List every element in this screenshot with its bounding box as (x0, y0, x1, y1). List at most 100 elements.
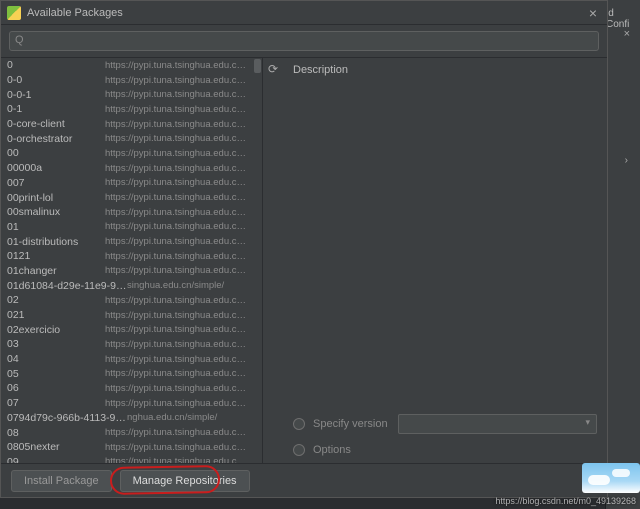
list-item[interactable]: 0805nexterhttps://pypi.tuna.tsinghua.edu… (1, 440, 253, 455)
install-package-button[interactable]: Install Package (11, 470, 112, 492)
refresh-icon[interactable]: ⟳ (268, 62, 278, 76)
bg-label: ld Confi (606, 8, 638, 30)
package-name: 01 (7, 221, 105, 233)
package-source: https://pypi.tuna.tsinghua.edu.cn/simple… (105, 310, 247, 321)
package-name: 0-1 (7, 103, 105, 115)
package-name: 021 (7, 309, 105, 321)
list-item[interactable]: 08https://pypi.tuna.tsinghua.edu.cn/simp… (1, 425, 253, 440)
list-item[interactable]: 01https://pypi.tuna.tsinghua.edu.cn/simp… (1, 220, 253, 235)
version-select[interactable] (398, 414, 597, 434)
list-item[interactable]: 02https://pypi.tuna.tsinghua.edu.cn/simp… (1, 293, 253, 308)
package-name: 00print-lol (7, 192, 105, 204)
search-input[interactable] (9, 31, 599, 51)
package-name: 0-0-1 (7, 89, 105, 101)
package-name: 02exercicio (7, 324, 105, 336)
description-label: Description (293, 64, 597, 76)
list-item[interactable]: 01-distributionshttps://pypi.tuna.tsingh… (1, 234, 253, 249)
list-item[interactable]: 06https://pypi.tuna.tsinghua.edu.cn/simp… (1, 381, 253, 396)
list-item[interactable]: 0-1https://pypi.tuna.tsinghua.edu.cn/sim… (1, 102, 253, 117)
list-item[interactable]: 09https://pypi.tuna.tsinghua.edu.cn/simp… (1, 455, 253, 463)
package-source: https://pypi.tuna.tsinghua.edu.cn/simple… (105, 427, 247, 438)
list-item[interactable]: 00smalinuxhttps://pypi.tuna.tsinghua.edu… (1, 205, 253, 220)
bg-arrow-icon: › (625, 155, 628, 166)
package-source: https://pypi.tuna.tsinghua.edu.cn/simple… (105, 119, 247, 130)
package-name: 007 (7, 177, 105, 189)
list-item[interactable]: 07https://pypi.tuna.tsinghua.edu.cn/simp… (1, 396, 253, 411)
list-item[interactable]: 0-orchestratorhttps://pypi.tuna.tsinghua… (1, 131, 253, 146)
package-source: https://pypi.tuna.tsinghua.edu.cn/simple… (105, 60, 247, 71)
search-icon: Q (15, 34, 24, 46)
package-name: 05 (7, 368, 105, 380)
list-item[interactable]: 01changerhttps://pypi.tuna.tsinghua.edu.… (1, 264, 253, 279)
package-name: 0 (7, 59, 105, 71)
list-item[interactable]: 0794d79c-966b-4113-9cea-3e5b658a7de7nghu… (1, 411, 253, 426)
search-row: Q (1, 25, 607, 58)
list-item[interactable]: 0-0https://pypi.tuna.tsinghua.edu.cn/sim… (1, 73, 253, 88)
package-source: https://pypi.tuna.tsinghua.edu.cn/simple… (105, 236, 247, 247)
list-item[interactable]: 04https://pypi.tuna.tsinghua.edu.cn/simp… (1, 352, 253, 367)
package-name: 04 (7, 353, 105, 365)
package-source: https://pypi.tuna.tsinghua.edu.cn/simple… (105, 354, 247, 365)
list-item[interactable]: 021https://pypi.tuna.tsinghua.edu.cn/sim… (1, 308, 253, 323)
content-area: 0https://pypi.tuna.tsinghua.edu.cn/simpl… (1, 58, 607, 463)
package-name: 0-0 (7, 74, 105, 86)
package-source: https://pypi.tuna.tsinghua.edu.cn/simple… (105, 221, 247, 232)
package-source: https://pypi.tuna.tsinghua.edu.cn/simple… (105, 339, 247, 350)
package-source: https://pypi.tuna.tsinghua.edu.cn/simple… (105, 324, 247, 335)
list-item[interactable]: 0-0-1https://pypi.tuna.tsinghua.edu.cn/s… (1, 87, 253, 102)
search-box: Q (9, 31, 599, 51)
options-checkbox[interactable] (293, 444, 305, 456)
list-item[interactable]: 007https://pypi.tuna.tsinghua.edu.cn/sim… (1, 176, 253, 191)
list-item[interactable]: 00print-lolhttps://pypi.tuna.tsinghua.ed… (1, 190, 253, 205)
package-name: 00 (7, 147, 105, 159)
list-item[interactable]: 01d61084-d29e-11e9-96d1-7c5cf84ffe8esing… (1, 278, 253, 293)
dialog-footer: Install Package Manage Repositories (1, 463, 607, 497)
scroll-thumb[interactable] (254, 59, 261, 73)
specify-version-label: Specify version (313, 418, 388, 430)
package-name: 06 (7, 382, 105, 394)
description-body (293, 82, 597, 411)
list-item[interactable]: 00https://pypi.tuna.tsinghua.edu.cn/simp… (1, 146, 253, 161)
package-source: https://pypi.tuna.tsinghua.edu.cn/simple… (105, 456, 247, 463)
list-item[interactable]: 0121https://pypi.tuna.tsinghua.edu.cn/si… (1, 249, 253, 264)
package-source: https://pypi.tuna.tsinghua.edu.cn/simple… (105, 295, 247, 306)
background-panel: ld Confi × › (605, 0, 640, 509)
list-item[interactable]: 02exerciciohttps://pypi.tuna.tsinghua.ed… (1, 322, 253, 337)
manage-repositories-button[interactable]: Manage Repositories (120, 470, 250, 492)
bg-close-icon[interactable]: × (624, 28, 630, 40)
close-icon[interactable]: × (585, 5, 601, 21)
watermark-text: https://blog.csdn.net/m0_49139268 (495, 496, 636, 506)
package-source: https://pypi.tuna.tsinghua.edu.cn/simple… (105, 192, 247, 203)
package-name: 09 (7, 456, 105, 463)
package-source: https://pypi.tuna.tsinghua.edu.cn/simple… (105, 75, 247, 86)
package-source: https://pypi.tuna.tsinghua.edu.cn/simple… (105, 442, 247, 453)
package-source: https://pypi.tuna.tsinghua.edu.cn/simple… (105, 265, 247, 276)
package-scrollbar[interactable] (253, 58, 262, 463)
package-name: 00smalinux (7, 206, 105, 218)
available-packages-dialog: Available Packages × Q 0https://pypi.tun… (0, 0, 608, 498)
package-name: 07 (7, 397, 105, 409)
package-name: 0121 (7, 250, 105, 262)
package-source: https://pypi.tuna.tsinghua.edu.cn/simple… (105, 398, 247, 409)
package-name: 01d61084-d29e-11e9-96d1-7c5cf84ffe8e (7, 280, 127, 292)
list-item[interactable]: 0https://pypi.tuna.tsinghua.edu.cn/simpl… (1, 58, 253, 73)
package-list[interactable]: 0https://pypi.tuna.tsinghua.edu.cn/simpl… (1, 58, 253, 463)
list-item[interactable]: 0-core-clienthttps://pypi.tuna.tsinghua.… (1, 117, 253, 132)
list-item[interactable]: 03https://pypi.tuna.tsinghua.edu.cn/simp… (1, 337, 253, 352)
package-source: https://pypi.tuna.tsinghua.edu.cn/simple… (105, 89, 247, 100)
package-name: 01-distributions (7, 236, 105, 248)
list-item[interactable]: 05https://pypi.tuna.tsinghua.edu.cn/simp… (1, 366, 253, 381)
specify-version-checkbox[interactable] (293, 418, 305, 430)
package-name: 00000a (7, 162, 105, 174)
package-name: 0-orchestrator (7, 133, 105, 145)
package-name: 0794d79c-966b-4113-9cea-3e5b658a7de7 (7, 412, 127, 424)
list-item[interactable]: 00000ahttps://pypi.tuna.tsinghua.edu.cn/… (1, 161, 253, 176)
titlebar: Available Packages × (1, 1, 607, 25)
specify-version-row: Specify version (293, 411, 597, 437)
app-icon (7, 6, 21, 20)
package-list-pane: 0https://pypi.tuna.tsinghua.edu.cn/simpl… (1, 58, 263, 463)
package-source: nghua.edu.cn/simple/ (127, 412, 247, 423)
options-label: Options (313, 444, 351, 456)
package-source: https://pypi.tuna.tsinghua.edu.cn/simple… (105, 163, 247, 174)
details-pane: Description Specify version Options (283, 58, 607, 463)
